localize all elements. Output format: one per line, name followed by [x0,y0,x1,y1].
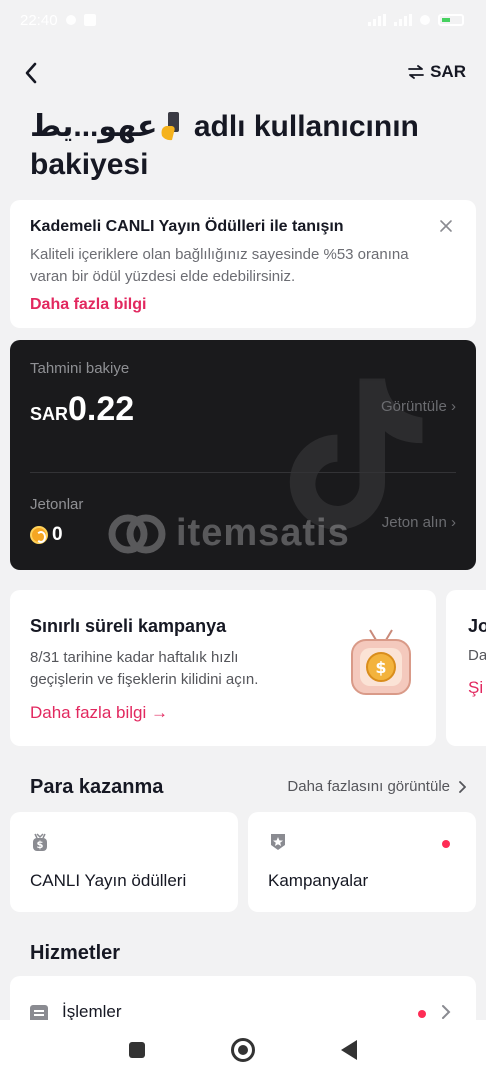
estimated-balance-label: Tahmini bakiye [30,360,130,377]
username: عهو...يط [30,110,158,143]
coin-icon [30,526,48,544]
promo2-title: Jo [468,616,486,636]
tv-coin-illustration-icon: $ [351,629,411,695]
secondary-promo-card[interactable]: Jo Da Şi [446,590,486,746]
view-balance-link[interactable]: Görüntüle › [381,398,456,415]
transactions-label: İşlemler [62,1002,122,1021]
notification-dot [442,840,450,848]
recents-icon[interactable] [129,1042,145,1058]
currency-switch-button[interactable]: SAR [408,58,466,86]
svg-text:$: $ [37,840,44,851]
back-triangle-icon[interactable] [341,1040,357,1060]
see-more-monetization-link[interactable]: Daha fazlasını görüntüle [287,778,466,795]
swap-icon [408,65,424,79]
chevron-right-icon [442,1005,451,1019]
campaigns-tile[interactable]: Kampanyalar [248,812,476,912]
promo2-link[interactable]: Şi [468,678,486,698]
itemsatis-logo-icon [108,514,166,553]
monetization-heading: Para kazanma [30,776,164,798]
currency-label: SAR [430,62,466,81]
see-more-label: Daha fazlasını görüntüle [287,778,450,795]
home-icon[interactable] [231,1038,255,1062]
live-rewards-info-card: Kademeli CANLI Yayın Ödülleri ile tanışı… [10,200,476,328]
campaigns-label: Kampanyalar [268,871,369,890]
selfie-emoji-icon [161,112,179,141]
notification-dot [418,1010,426,1018]
coins-value: 0 [52,524,63,545]
limited-campaign-card[interactable]: Sınırlı süreli kampanya 8/31 tarihine ka… [10,590,436,746]
divider [30,472,456,473]
balance-amount: SAR 0.22 [30,390,134,429]
balance-currency: SAR [30,404,69,424]
info-card-title: Kademeli CANLI Yayın Ödülleri ile tanışı… [30,218,344,235]
battery-icon [438,14,464,26]
back-button[interactable] [14,56,48,90]
signal-2-icon [394,14,412,26]
svg-text:$: $ [375,658,386,677]
status-bar: 22:40 [0,0,486,40]
chevron-left-icon [25,62,37,84]
info-card-body: Kaliteli içeriklere olan bağlılığınız sa… [30,246,409,285]
badge-star-icon [271,834,285,850]
money-bag-icon: $ [33,833,47,851]
promo-body: 8/31 tarihine kadar haftalık hızlı geçiş… [30,649,259,688]
info-card-learn-more-link[interactable]: Daha fazla bilgi [30,296,146,314]
balance-card: Tahmini bakiye SAR 0.22 Görüntüle › Jeto… [10,340,476,570]
status-time: 22:40 [20,11,58,29]
top-bar: SAR [0,52,486,92]
live-rewards-label: CANLI Yayın ödülleri [30,871,187,890]
notification-icon [65,15,76,25]
page-title: عهو...يط adlı kullanıcının bakiyesi [30,108,460,184]
coins-balance: 0 [30,524,63,546]
gallery-icon [83,14,96,26]
coins-label: Jetonlar [30,496,84,513]
live-rewards-tile[interactable]: $ CANLI Yayın ödülleri [10,812,238,912]
buy-coins-link[interactable]: Jeton alın › [382,514,456,531]
itemsatis-watermark: itemsatis [108,512,350,555]
close-icon[interactable] [436,216,456,236]
system-navigation-bar [0,1020,486,1080]
itemsatis-watermark-text: itemsatis [176,512,350,554]
services-heading: Hizmetler [30,942,121,964]
balance-value: 0.22 [68,390,135,428]
wifi-icon [420,15,430,25]
promo2-body: Da [468,647,486,664]
signal-icon [368,14,386,26]
promo-learn-more-link[interactable]: Daha fazla bilgi → [30,703,168,723]
chevron-right-icon [459,780,466,793]
